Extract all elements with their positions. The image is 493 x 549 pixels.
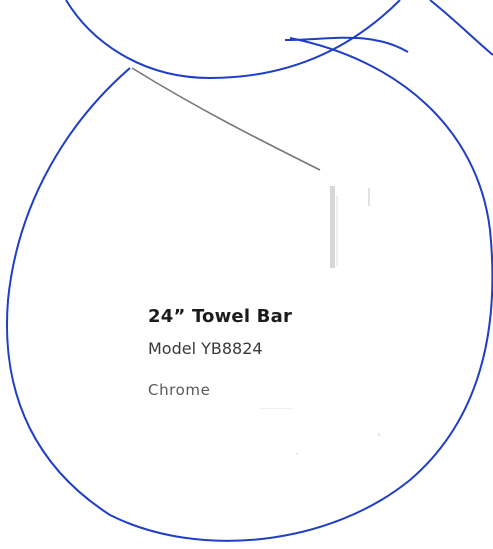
scan-speck: [296, 453, 298, 455]
ink-hook: [284, 36, 409, 53]
ink-circle-large: [6, 37, 493, 542]
finish-label: Chrome: [148, 381, 211, 399]
model-number: Model YB8824: [148, 339, 263, 358]
ink-arc-top: [65, 0, 401, 80]
scanned-sheet: [6, 0, 493, 542]
scan-speck: [260, 408, 294, 409]
towel-bar-highlight: [336, 196, 338, 266]
scan-speck: [378, 433, 380, 436]
towel-bar-mark: [368, 188, 370, 206]
towel-bar-fragment: [330, 186, 335, 268]
ink-arc-right: [429, 0, 493, 56]
leader-line: [131, 67, 321, 171]
product-name: 24” Towel Bar: [148, 306, 293, 327]
